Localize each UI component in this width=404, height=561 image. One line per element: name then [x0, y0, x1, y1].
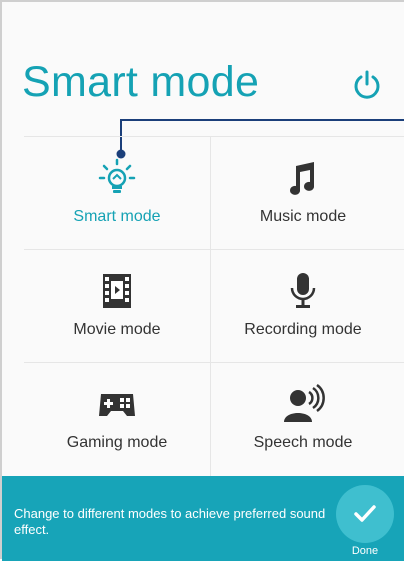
- power-icon[interactable]: [350, 68, 384, 102]
- film-icon: [95, 271, 139, 311]
- mode-label: Gaming mode: [66, 434, 168, 451]
- mode-music[interactable]: Music mode: [210, 136, 396, 249]
- mode-label: Recording mode: [244, 321, 362, 338]
- mode-movie[interactable]: Movie mode: [24, 249, 210, 362]
- mode-label: Speech mode: [253, 434, 353, 451]
- mode-label: Smart mode: [73, 208, 161, 225]
- speaker-person-icon: [281, 384, 325, 424]
- mode-speech[interactable]: Speech mode: [210, 362, 396, 475]
- mode-smart[interactable]: Smart mode: [24, 136, 210, 249]
- smart-mode-panel: Smart mode Smart mode Music mode Movie m…: [0, 0, 404, 561]
- hint-text: Change to different modes to achieve pre…: [14, 506, 326, 537]
- done-button[interactable]: [336, 485, 394, 543]
- mode-grid: Smart mode Music mode Movie mode Recordi…: [24, 136, 404, 476]
- done-label[interactable]: Done: [336, 545, 394, 557]
- mode-label: Movie mode: [73, 321, 161, 338]
- music-note-icon: [281, 158, 325, 198]
- lightbulb-icon: [95, 158, 139, 198]
- mode-label: Music mode: [259, 208, 347, 225]
- mode-recording[interactable]: Recording mode: [210, 249, 396, 362]
- check-icon: [354, 505, 376, 522]
- gamepad-icon: [95, 384, 139, 424]
- microphone-icon: [281, 271, 325, 311]
- mode-gaming[interactable]: Gaming mode: [24, 362, 210, 475]
- page-title: Smart mode: [22, 58, 260, 106]
